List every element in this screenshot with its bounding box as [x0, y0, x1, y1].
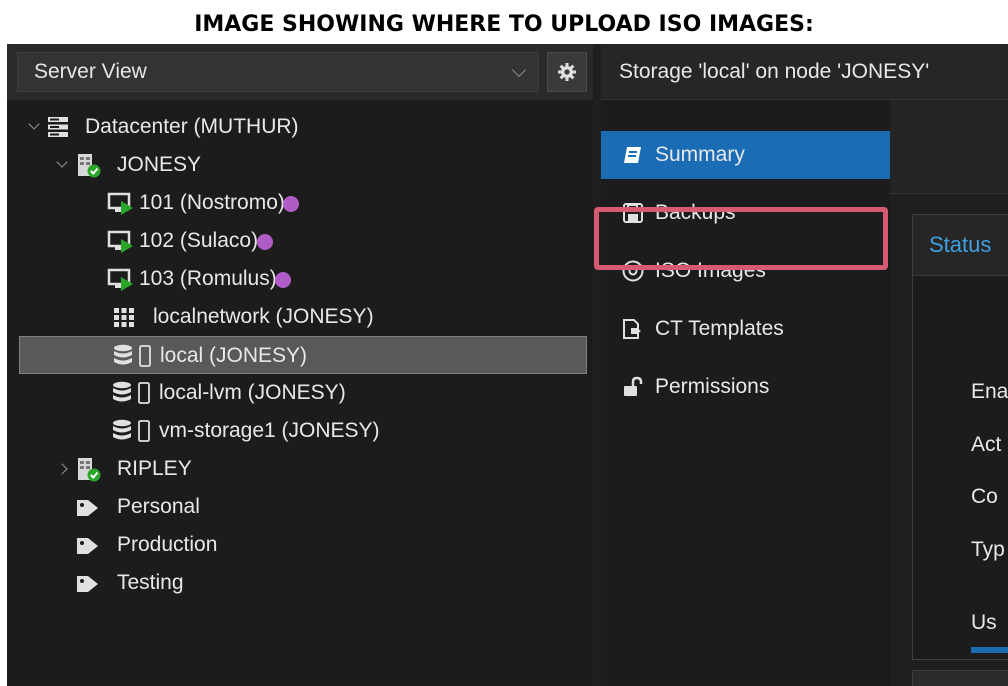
- tree-item-label: localnetwork (JONESY): [153, 305, 374, 328]
- tree-item-label: Production: [117, 533, 218, 556]
- vm-running-icon: [107, 230, 133, 253]
- vm-tag-dot: [283, 196, 299, 212]
- status-row-label: Typ: [971, 538, 1005, 561]
- vm-tag-dot: [257, 234, 273, 250]
- node-online-icon: [78, 458, 101, 482]
- nav-label: CT Templates: [655, 317, 784, 340]
- view-header: Server View: [7, 44, 593, 100]
- tree-item-storage-vm-storage1[interactable]: vm-storage1 (JONESY): [7, 412, 593, 450]
- nav-permissions[interactable]: Permissions: [601, 363, 890, 411]
- content-header: Storage 'local' on node 'JONESY': [601, 44, 1008, 100]
- view-selector-label: Server View: [34, 60, 147, 83]
- tree-item-label: Personal: [117, 495, 200, 518]
- tree-item-storage-local-lvm[interactable]: local-lvm (JONESY): [7, 374, 593, 412]
- tree-item-pool-testing[interactable]: Testing: [7, 564, 593, 602]
- tree-item-label: 102 (Sulaco): [139, 229, 259, 252]
- tree-item-label: JONESY: [117, 153, 202, 176]
- tree-item-vm-101[interactable]: 101 (Nostromo): [7, 184, 593, 222]
- network-grid-icon: [114, 308, 134, 327]
- tree-item-label: local-lvm (JONESY): [159, 381, 346, 404]
- tree-item-vm-103[interactable]: 103 (Romulus): [7, 260, 593, 298]
- tree-item-vm-102[interactable]: 102 (Sulaco): [7, 222, 593, 260]
- tree-item-label: 103 (Romulus): [139, 267, 277, 290]
- status-header: Status: [913, 215, 1008, 276]
- tree-item-label: Testing: [117, 571, 184, 594]
- usage-label: Us: [971, 611, 997, 634]
- caption: IMAGE SHOWING WHERE TO UPLOAD ISO IMAGES…: [194, 12, 814, 37]
- template-icon: [623, 319, 641, 339]
- tree-item-label: Datacenter (MUTHUR): [85, 115, 299, 138]
- database-icon: [113, 419, 131, 440]
- tree-item-node-jonesy[interactable]: JONESY: [7, 146, 593, 184]
- status-panel: Status Ena Act Co Typ Us: [912, 214, 1008, 660]
- drive-icon: [139, 345, 151, 367]
- status-row-label: Act: [971, 433, 1002, 456]
- status-row-label: Ena: [971, 380, 1008, 403]
- chevron-right-icon[interactable]: [56, 450, 71, 488]
- tree-item-storage-local[interactable]: local (JONESY): [19, 336, 587, 374]
- database-icon: [114, 344, 132, 365]
- nav-label: Summary: [655, 143, 745, 166]
- tree-item-pool-production[interactable]: Production: [7, 526, 593, 564]
- bottom-panel: [912, 670, 1008, 686]
- unlock-icon: [624, 376, 643, 396]
- page-title: Storage 'local' on node 'JONESY': [619, 60, 930, 83]
- proxmox-window: Server View Datacenter (MUTHUR) JONESY 1…: [7, 44, 1008, 686]
- content-area: Status Ena Act Co Typ Us: [890, 100, 1008, 686]
- tree-item-network[interactable]: localnetwork (JONESY): [7, 298, 593, 336]
- vm-running-icon: [107, 192, 133, 215]
- tree-item-label: vm-storage1 (JONESY): [159, 419, 380, 442]
- vm-tag-dot: [275, 272, 291, 288]
- nav-summary[interactable]: Summary: [601, 131, 890, 179]
- iso-images-highlight: [594, 207, 888, 270]
- tree-item-datacenter[interactable]: Datacenter (MUTHUR): [7, 108, 593, 146]
- tag-icon: [77, 500, 98, 516]
- status-row-label: Co: [971, 485, 998, 508]
- drive-icon: [138, 420, 150, 442]
- nav-ct-templates[interactable]: CT Templates: [601, 305, 890, 353]
- gear-icon: [558, 63, 576, 81]
- tree-item-label: RIPLEY: [117, 457, 192, 480]
- storage-nav: Summary Backups ISO Images CT Templates: [594, 100, 890, 686]
- status-title: Status: [929, 232, 992, 257]
- tree-item-label: local (JONESY): [160, 344, 308, 367]
- tag-icon: [77, 576, 98, 592]
- tag-icon: [77, 538, 98, 554]
- chevron-down-icon[interactable]: [55, 146, 69, 184]
- usage-bar: [971, 647, 1008, 653]
- datacenter-icon: [48, 117, 68, 137]
- book-icon: [624, 147, 641, 163]
- settings-button[interactable]: [547, 52, 587, 92]
- database-icon: [113, 381, 131, 402]
- chevron-down-icon: [511, 62, 527, 78]
- view-selector[interactable]: Server View: [17, 52, 539, 92]
- chevron-down-icon[interactable]: [27, 108, 41, 146]
- node-online-icon: [78, 154, 101, 178]
- drive-icon: [138, 382, 150, 404]
- resource-tree-panel: Server View Datacenter (MUTHUR) JONESY 1…: [7, 44, 593, 686]
- vm-running-icon: [107, 268, 133, 291]
- content-toolbar: [890, 100, 1008, 194]
- tree-item-node-ripley[interactable]: RIPLEY: [7, 450, 593, 488]
- nav-label: Permissions: [655, 375, 770, 398]
- tree-item-label: 101 (Nostromo): [139, 191, 285, 214]
- tree-item-pool-personal[interactable]: Personal: [7, 488, 593, 526]
